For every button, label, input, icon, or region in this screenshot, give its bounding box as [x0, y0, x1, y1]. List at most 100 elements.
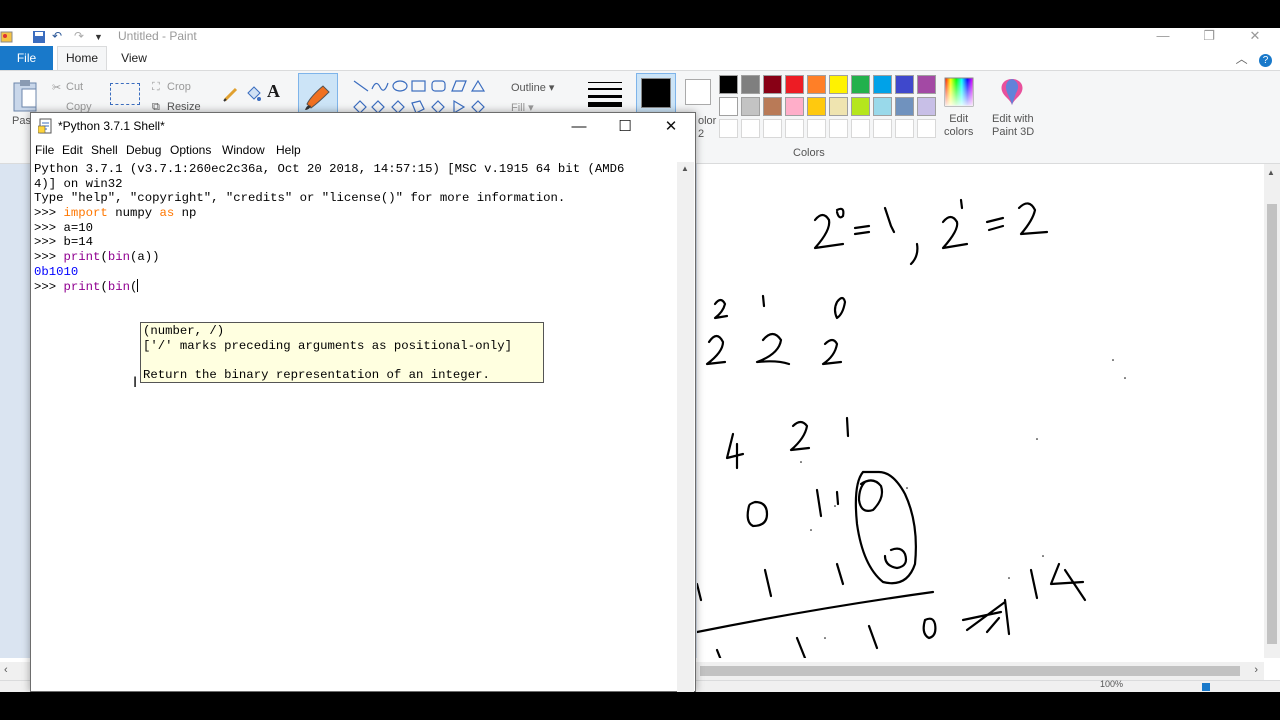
paint3d-icon[interactable]	[998, 77, 1026, 107]
calltip-note: ['/' marks preceding arguments as positi…	[143, 338, 512, 353]
palette-swatch[interactable]	[807, 97, 826, 116]
menu-debug[interactable]: Debug	[126, 143, 161, 157]
scroll-up-icon[interactable]: ▲	[1267, 168, 1275, 177]
idle-scroll-up-icon[interactable]: ▲	[681, 164, 689, 173]
palette-swatch[interactable]	[741, 97, 760, 116]
save-icon[interactable]	[32, 30, 46, 44]
crop-button[interactable]: Crop	[167, 81, 191, 93]
palette-swatch[interactable]	[719, 97, 738, 116]
help-icon[interactable]: ?	[1259, 54, 1272, 67]
palette-swatch[interactable]	[829, 75, 848, 94]
shell-line-b: >>> b=14	[34, 235, 677, 250]
tab-home[interactable]: Home	[57, 46, 107, 71]
paint-ribbon-tabs: File Home View ︿ ?	[0, 46, 1280, 71]
palette-swatch[interactable]	[763, 97, 782, 116]
palette-custom-swatch[interactable]	[873, 119, 892, 138]
handwritten-drawing[interactable]	[697, 164, 1264, 658]
code-paren-open: (	[129, 280, 138, 295]
palette-swatch[interactable]	[785, 75, 804, 94]
paint-close-button[interactable]: ✕	[1232, 28, 1278, 46]
menu-options[interactable]: Options	[170, 143, 211, 157]
color1-button[interactable]	[636, 73, 676, 117]
palette-custom-swatch[interactable]	[851, 119, 870, 138]
code-a-assign: a=10	[63, 220, 94, 235]
brushes-button[interactable]	[298, 73, 338, 117]
menu-file[interactable]: File	[35, 143, 54, 157]
palette-swatch[interactable]	[851, 97, 870, 116]
undo-icon[interactable]: ↶	[52, 29, 62, 43]
paint-window-title: Untitled - Paint	[118, 29, 197, 43]
palette-custom-swatch[interactable]	[895, 119, 914, 138]
paint-vertical-scrollbar[interactable]: ▲	[1264, 164, 1280, 658]
color2-swatch[interactable]	[685, 79, 711, 105]
tab-file[interactable]: File	[0, 46, 53, 70]
palette-swatch[interactable]	[895, 75, 914, 94]
edit-colors-icon[interactable]	[944, 77, 974, 107]
palette-swatch[interactable]	[741, 75, 760, 94]
shell-line-current: >>> print(bin(	[34, 279, 677, 295]
menu-shell[interactable]: Shell	[91, 143, 118, 157]
idle-titlebar[interactable]: *Python 3.7.1 Shell* — ☐ ✕	[31, 113, 695, 141]
prompt: >>>	[34, 280, 64, 295]
palette-swatch[interactable]	[807, 75, 826, 94]
python-file-icon	[38, 118, 52, 134]
redo-icon[interactable]: ↷	[74, 29, 84, 43]
palette-swatch[interactable]	[763, 75, 782, 94]
code-args: (a))	[129, 249, 160, 264]
ibeam-cursor-icon: I	[133, 375, 138, 391]
idle-vertical-scrollbar[interactable]: ▲	[677, 162, 694, 692]
zoom-slider-thumb[interactable]	[1202, 683, 1210, 691]
paint-minimize-button[interactable]: —	[1140, 28, 1186, 46]
idle-shell-window: *Python 3.7.1 Shell* — ☐ ✕ File Edit She…	[30, 112, 696, 692]
edit-paint3d-label[interactable]: Edit with Paint 3D	[992, 113, 1034, 139]
palette-swatch[interactable]	[873, 75, 892, 94]
palette-custom-swatch[interactable]	[763, 119, 782, 138]
calltip-signature: (number, /)	[143, 324, 225, 338]
palette-custom-swatch[interactable]	[741, 119, 760, 138]
palette-swatch[interactable]	[917, 97, 936, 116]
palette-swatch[interactable]	[785, 97, 804, 116]
text-tool-icon[interactable]: A	[267, 81, 280, 102]
paint-canvas[interactable]	[697, 164, 1264, 658]
palette-custom-swatch[interactable]	[719, 119, 738, 138]
shapes-gallery[interactable]	[350, 77, 490, 117]
size-button[interactable]	[588, 79, 622, 107]
palette-swatch[interactable]	[829, 97, 848, 116]
paint-restore-button[interactable]: ❐	[1186, 28, 1232, 46]
palette-custom-swatch[interactable]	[785, 119, 804, 138]
edit-colors-label[interactable]: Edit colors	[944, 113, 973, 139]
quick-access-dropdown-icon[interactable]: ▼	[94, 32, 103, 42]
idle-maximize-button[interactable]: ☐	[602, 113, 648, 141]
fill-bucket-icon[interactable]	[244, 85, 262, 103]
palette-swatch[interactable]	[895, 97, 914, 116]
scroll-right-icon[interactable]: ›	[1254, 664, 1258, 676]
palette-custom-swatch[interactable]	[807, 119, 826, 138]
palette-swatch[interactable]	[917, 75, 936, 94]
palette-custom-swatch[interactable]	[829, 119, 848, 138]
palette-swatch[interactable]	[851, 75, 870, 94]
scroll-thumb[interactable]	[1267, 204, 1277, 644]
cut-scissors-icon: ✂	[52, 82, 62, 94]
idle-close-button[interactable]: ✕	[648, 113, 694, 141]
outline-dropdown[interactable]: Outline ▾	[511, 81, 554, 94]
tab-view[interactable]: View	[112, 46, 156, 70]
menu-help[interactable]: Help	[276, 143, 301, 157]
select-icon[interactable]	[110, 83, 140, 105]
palette-swatch[interactable]	[873, 97, 892, 116]
cut-button[interactable]: Cut	[66, 81, 83, 93]
minimize-ribbon-icon[interactable]: ︿	[1236, 52, 1248, 66]
h-scroll-thumb[interactable]	[700, 666, 1240, 676]
keyword-import: import	[63, 205, 108, 220]
keyword-as: as	[159, 205, 175, 220]
outline-label: Outline	[511, 82, 546, 94]
menu-window[interactable]: Window	[222, 143, 265, 157]
menu-edit[interactable]: Edit	[62, 143, 83, 157]
scroll-left-icon[interactable]: ‹	[4, 664, 8, 676]
pencil-icon[interactable]	[222, 85, 240, 103]
shell-editor[interactable]: Python 3.7.1 (v3.7.1:260ec2c36a, Oct 20 …	[34, 162, 677, 692]
color2-label[interactable]: olor 2	[698, 115, 716, 141]
palette-swatch[interactable]	[719, 75, 738, 94]
idle-minimize-button[interactable]: —	[556, 113, 602, 141]
paste-icon[interactable]	[12, 79, 40, 113]
palette-custom-swatch[interactable]	[917, 119, 936, 138]
